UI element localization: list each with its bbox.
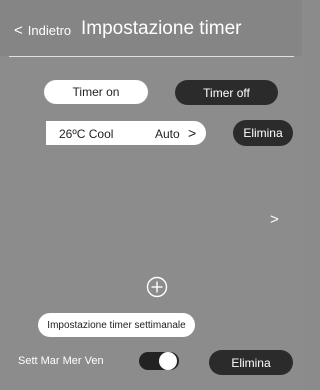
schedule-days-label: Sett Mar Mer Ven xyxy=(18,355,104,367)
plus-circle-icon[interactable] xyxy=(146,276,168,298)
header-bar: < Indietro Impostazione timer xyxy=(0,0,302,56)
setting-temperature-mode: 26ºC Cool xyxy=(59,127,114,141)
toggle-knob xyxy=(159,352,177,370)
page-title: Impostazione timer xyxy=(81,18,242,39)
setting-fan-mode: Auto xyxy=(155,127,180,141)
timer-off-tab[interactable]: Timer off xyxy=(175,80,278,105)
timer-on-tab[interactable]: Timer on xyxy=(44,80,148,104)
chevron-right-icon: > xyxy=(188,125,197,141)
back-label: Indietro xyxy=(27,22,72,38)
timer-setting-row[interactable]: 26ºC Cool Auto > xyxy=(46,121,206,145)
weekly-timer-button[interactable]: Impostazione timer settimanale xyxy=(38,313,195,337)
chevron-right-icon[interactable]: > xyxy=(270,211,279,228)
schedule-toggle[interactable] xyxy=(139,352,179,370)
back-button[interactable]: < Indietro xyxy=(14,20,71,40)
chevron-left-icon: < xyxy=(14,21,23,39)
delete-setting-button[interactable]: Elimina xyxy=(233,120,293,146)
header-divider xyxy=(9,56,294,57)
delete-schedule-button[interactable]: Elimina xyxy=(209,350,293,375)
timer-settings-screen: < Indietro Impostazione timer Timer on T… xyxy=(0,0,302,390)
